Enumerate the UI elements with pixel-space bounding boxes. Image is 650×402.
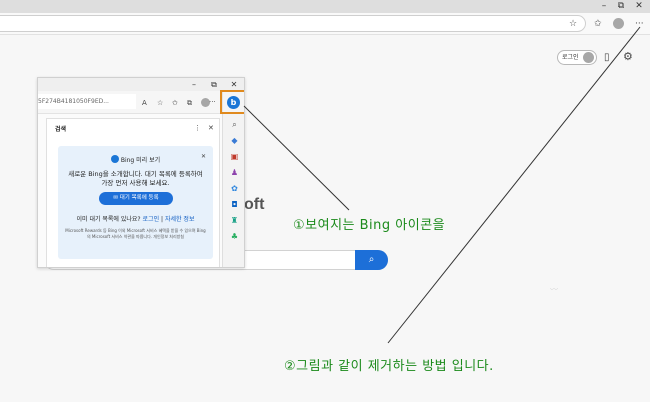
panel-close-icon[interactable]: ✕ <box>208 122 214 134</box>
bing-preview-card: Bing 미리 보기 ✕ 새로운 Bing을 소개합니다. 대기 목록에 등록하… <box>58 146 213 259</box>
inner-address-bar[interactable]: 5F274B4181050F9ED... <box>38 94 136 109</box>
login-label: 로그인 <box>562 54 579 61</box>
shopping-bag-icon[interactable]: ▣ <box>223 152 244 162</box>
outlook-icon[interactable]: ◘ <box>223 200 244 210</box>
card-body-text: 새로운 Bing을 소개합니다. 대기 목록에 등록하여 가장 먼저 사용해 보… <box>68 170 203 187</box>
favorites-icon[interactable]: ✩ <box>594 18 602 30</box>
inner-toolbar: 5F274B4181050F9ED... A ☆ ✩ ⧉ ··· <box>38 91 244 114</box>
title-bar: – ⧉ ✕ <box>0 0 650 13</box>
tree-icon[interactable]: ♣ <box>223 232 244 242</box>
panel-title: 검색 <box>55 126 67 133</box>
panel-more-icon[interactable]: ⋮ <box>194 122 201 134</box>
tag-icon[interactable]: ◆ <box>223 136 244 146</box>
read-aloud-icon[interactable]: A <box>142 97 147 109</box>
address-bar[interactable]: ☆ <box>0 15 586 32</box>
search-icon: ⌕ <box>368 254 375 265</box>
fine-print: Microsoft Rewards 등 Bing 이외 Microsoft 서비… <box>65 228 206 239</box>
search-icon[interactable]: ⌕ <box>223 120 244 130</box>
minimize-button[interactable]: – <box>596 0 612 13</box>
card-title: Bing 미리 보기 <box>58 155 213 164</box>
edge-sidebar: ⌕ ◆ ▣ ♟ ✿ ◘ ♜ ♣ <box>222 91 244 267</box>
details-link[interactable]: 자세한 정보 <box>165 216 195 223</box>
bing-icon-highlight: b <box>220 90 244 114</box>
card-close-icon[interactable]: ✕ <box>201 151 206 163</box>
phone-icon[interactable]: ▯ <box>604 52 610 64</box>
watermark-logo: 〰 <box>550 284 559 295</box>
favorite-add-icon[interactable]: ☆ <box>569 18 577 30</box>
favorite-add-icon[interactable]: ☆ <box>157 97 163 109</box>
search-panel: 검색 ⋮ ✕ Bing 미리 보기 ✕ 새로운 Bing을 소개합니다. 대기 … <box>46 118 220 267</box>
gear-icon[interactable]: ⚙ <box>623 51 633 63</box>
avatar <box>583 52 594 63</box>
restore-button[interactable]: ⧉ <box>613 0 629 13</box>
watermark-icon: 〰 <box>550 285 559 294</box>
close-button[interactable]: ✕ <box>631 0 647 13</box>
logo-fragment: oft <box>244 196 265 213</box>
drop-icon[interactable]: ♜ <box>223 216 244 226</box>
join-waitlist-button[interactable]: ✉ 대기 목록에 등록 <box>99 192 173 205</box>
annotation-step-two: ②그림과 같이 제거하는 방법 입니다. <box>284 359 494 374</box>
profile-avatar[interactable] <box>613 18 624 29</box>
games-icon[interactable]: ✿ <box>223 184 244 194</box>
tools-icon[interactable]: ♟ <box>223 168 244 178</box>
pointer-line-menu <box>387 26 641 344</box>
pointer-line-bing <box>243 105 350 211</box>
inner-screenshot: – ⧉ ✕ 5F274B4181050F9ED... A ☆ ✩ ⧉ ··· 검… <box>37 77 245 268</box>
inner-title-bar: – ⧉ ✕ <box>38 78 244 91</box>
waitlist-question: 이미 대기 목록에 있나요? 로그인 | 자세한 정보 <box>76 216 195 223</box>
login-link[interactable]: 로그인 <box>143 216 160 223</box>
favorites-icon[interactable]: ✩ <box>172 97 178 109</box>
login-button[interactable]: 로그인 <box>557 50 597 65</box>
collections-icon[interactable]: ⧉ <box>187 97 192 109</box>
annotation-step-one: ①보여지는 Bing 아이콘을 <box>293 218 446 233</box>
inner-minimize-button[interactable]: – <box>186 78 202 91</box>
bing-icon[interactable]: b <box>227 96 240 109</box>
inner-more-menu-icon[interactable]: ··· <box>209 96 216 108</box>
bing-logo-icon <box>110 155 119 163</box>
browser-toolbar: ☆ ✩ ··· <box>0 13 650 35</box>
more-menu-icon[interactable]: ··· <box>635 18 644 30</box>
search-button[interactable]: ⌕ <box>355 250 388 270</box>
